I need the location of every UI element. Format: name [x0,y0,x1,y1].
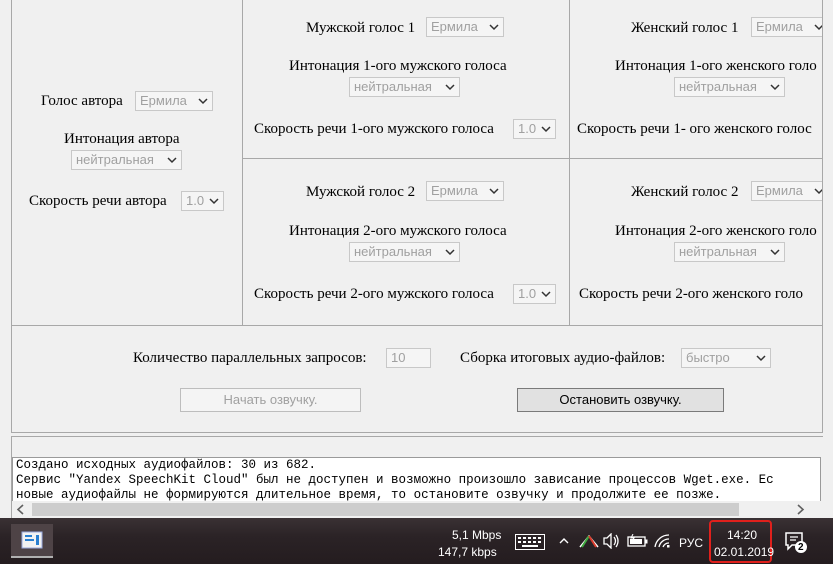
female1-intonation-label: Интонация 1-ого женского голо [615,58,817,74]
female2-intonation-label: Интонация 2-ого женского голо [615,223,817,239]
chevron-down-icon [541,291,551,298]
author-intonation-value: нейтральная [76,152,154,167]
parallel-requests-label: Количество параллельных запросов: [133,350,367,366]
male1-voice-select[interactable]: Ермила [426,17,504,37]
author-voice-label: Голос автора [41,93,123,109]
author-voice-select[interactable]: Ермила [135,91,213,111]
male2-voice-label: Мужской голос 2 [306,184,416,200]
female1-intonation-select[interactable]: нейтральная [674,77,785,97]
male1-voice-label: Мужской голос 1 [306,20,416,36]
chevron-down-icon [445,249,455,256]
parallel-requests-value: 10 [391,350,406,365]
male2-intonation-value: нейтральная [354,244,432,259]
notification-count: 2 [798,542,804,553]
author-speed-value: 1.0 [186,193,205,208]
author-panel: Голос автора Ермила Интонация автора ней… [12,0,242,325]
wifi-icon[interactable] [653,533,671,549]
stop-voicing-button[interactable]: Остановить озвучку. [517,388,724,412]
male1-speed-value: 1.0 [518,121,537,136]
clock-time: 14:20 [727,528,758,542]
female1-voice-select[interactable]: Ермила [751,17,822,37]
male2-intonation-select[interactable]: нейтральная [349,242,460,262]
author-speed-label: Скорость речи автора [29,193,167,209]
keyboard-icon[interactable] [515,534,545,550]
divider [11,325,823,326]
male2-speed-select[interactable]: 1.0 [513,284,556,304]
log-textarea[interactable]: Создано исходных аудиофайлов: 30 из 682.… [12,457,821,502]
assembly-value: быстро [686,350,730,365]
female1-speed-label: Скорость речи 1- ого женского голос [577,121,812,137]
log-line: Сервис "Yandex SpeechKit Cloud" был не д… [16,473,774,487]
scroll-right-icon[interactable] [795,504,805,515]
female2-voice-select[interactable]: Ермила [751,181,822,201]
chevron-down-icon [814,24,822,31]
male1-speed-select[interactable]: 1.0 [513,119,556,139]
author-voice-value: Ермила [140,93,187,108]
divider [11,326,12,432]
female2-intonation-value: нейтральная [679,244,757,259]
divider [822,326,823,432]
app-button[interactable] [11,524,53,558]
assembly-label: Сборка итоговых аудио-файлов: [460,350,666,366]
parallel-requests-input[interactable]: 10 [386,348,431,368]
taskbar: 5,1 Mbps 147,7 kbps РУС 14:20 02.01.2019… [0,518,833,564]
chevron-down-icon [770,84,780,91]
divider [11,432,823,433]
notification-icon[interactable] [784,530,808,554]
chevron-down-icon [198,98,208,105]
scroll-left-icon[interactable] [16,504,26,515]
chevron-down-icon [770,249,780,256]
clock[interactable]: 14:20 02.01.2019 [709,520,775,563]
male1-intonation-select[interactable]: нейтральная [349,77,460,97]
divider [822,0,823,325]
chevron-down-icon [167,157,177,164]
male-voice-1-panel: Мужской голос 1 Ермила Интонация 1-ого м… [243,0,569,158]
battery-icon[interactable] [627,534,649,548]
language-indicator[interactable]: РУС [679,536,703,550]
volume-icon[interactable] [602,533,620,549]
male1-intonation-value: нейтральная [354,79,432,94]
female1-voice-label: Женский голос 1 [631,20,739,36]
male2-voice-value: Ермила [431,183,478,198]
log-line: новые аудиофайлы не формируются длительн… [16,488,722,502]
male2-speed-value: 1.0 [518,286,537,301]
network-upload-speed: 5,1 Mbps [452,528,502,542]
network-download-speed: 147,7 kbps [438,545,497,559]
female2-voice-value: Ермила [756,183,803,198]
chevron-down-icon [756,355,766,362]
male1-speed-label: Скорость речи 1-ого мужского голоса [254,121,494,137]
chevron-up-icon[interactable] [559,537,569,545]
chevron-down-icon [814,188,822,195]
male2-voice-select[interactable]: Ермила [426,181,504,201]
female2-intonation-select[interactable]: нейтральная [674,242,785,262]
clock-date: 02.01.2019 [714,545,775,559]
male2-intonation-label: Интонация 2-ого мужского голоса [289,223,507,239]
warning-icon[interactable] [579,533,599,549]
author-speed-select[interactable]: 1.0 [181,191,224,211]
author-intonation-label: Интонация автора [64,131,180,147]
female1-voice-value: Ермила [756,19,803,34]
female1-intonation-value: нейтральная [679,79,757,94]
male2-speed-label: Скорость речи 2-ого мужского голоса [254,286,494,302]
chevron-down-icon [209,198,219,205]
horizontal-scrollbar[interactable] [12,501,821,518]
scrollbar-thumb[interactable] [32,503,739,516]
assembly-select[interactable]: быстро [681,348,771,368]
author-intonation-select[interactable]: нейтральная [71,150,182,170]
male-voice-2-panel: Мужской голос 2 Ермила Интонация 2-ого м… [243,159,569,325]
app-icon [21,531,43,549]
chevron-down-icon [489,188,499,195]
chevron-down-icon [541,126,551,133]
female-voice-1-panel: Женский голос 1 Ермила Интонация 1-ого ж… [570,0,822,158]
male1-voice-value: Ермила [431,19,478,34]
female2-voice-label: Женский голос 2 [631,184,739,200]
log-line: Создано исходных аудиофайлов: 30 из 682. [16,458,317,472]
female2-speed-label: Скорость речи 2-ого женского голо [579,286,803,302]
start-voicing-button[interactable]: Начать озвучку. [180,388,361,412]
chevron-down-icon [445,84,455,91]
male1-intonation-label: Интонация 1-ого мужского голоса [289,58,507,74]
female-voice-2-panel: Женский голос 2 Ермила Интонация 2-ого ж… [570,159,822,325]
chevron-down-icon [489,24,499,31]
